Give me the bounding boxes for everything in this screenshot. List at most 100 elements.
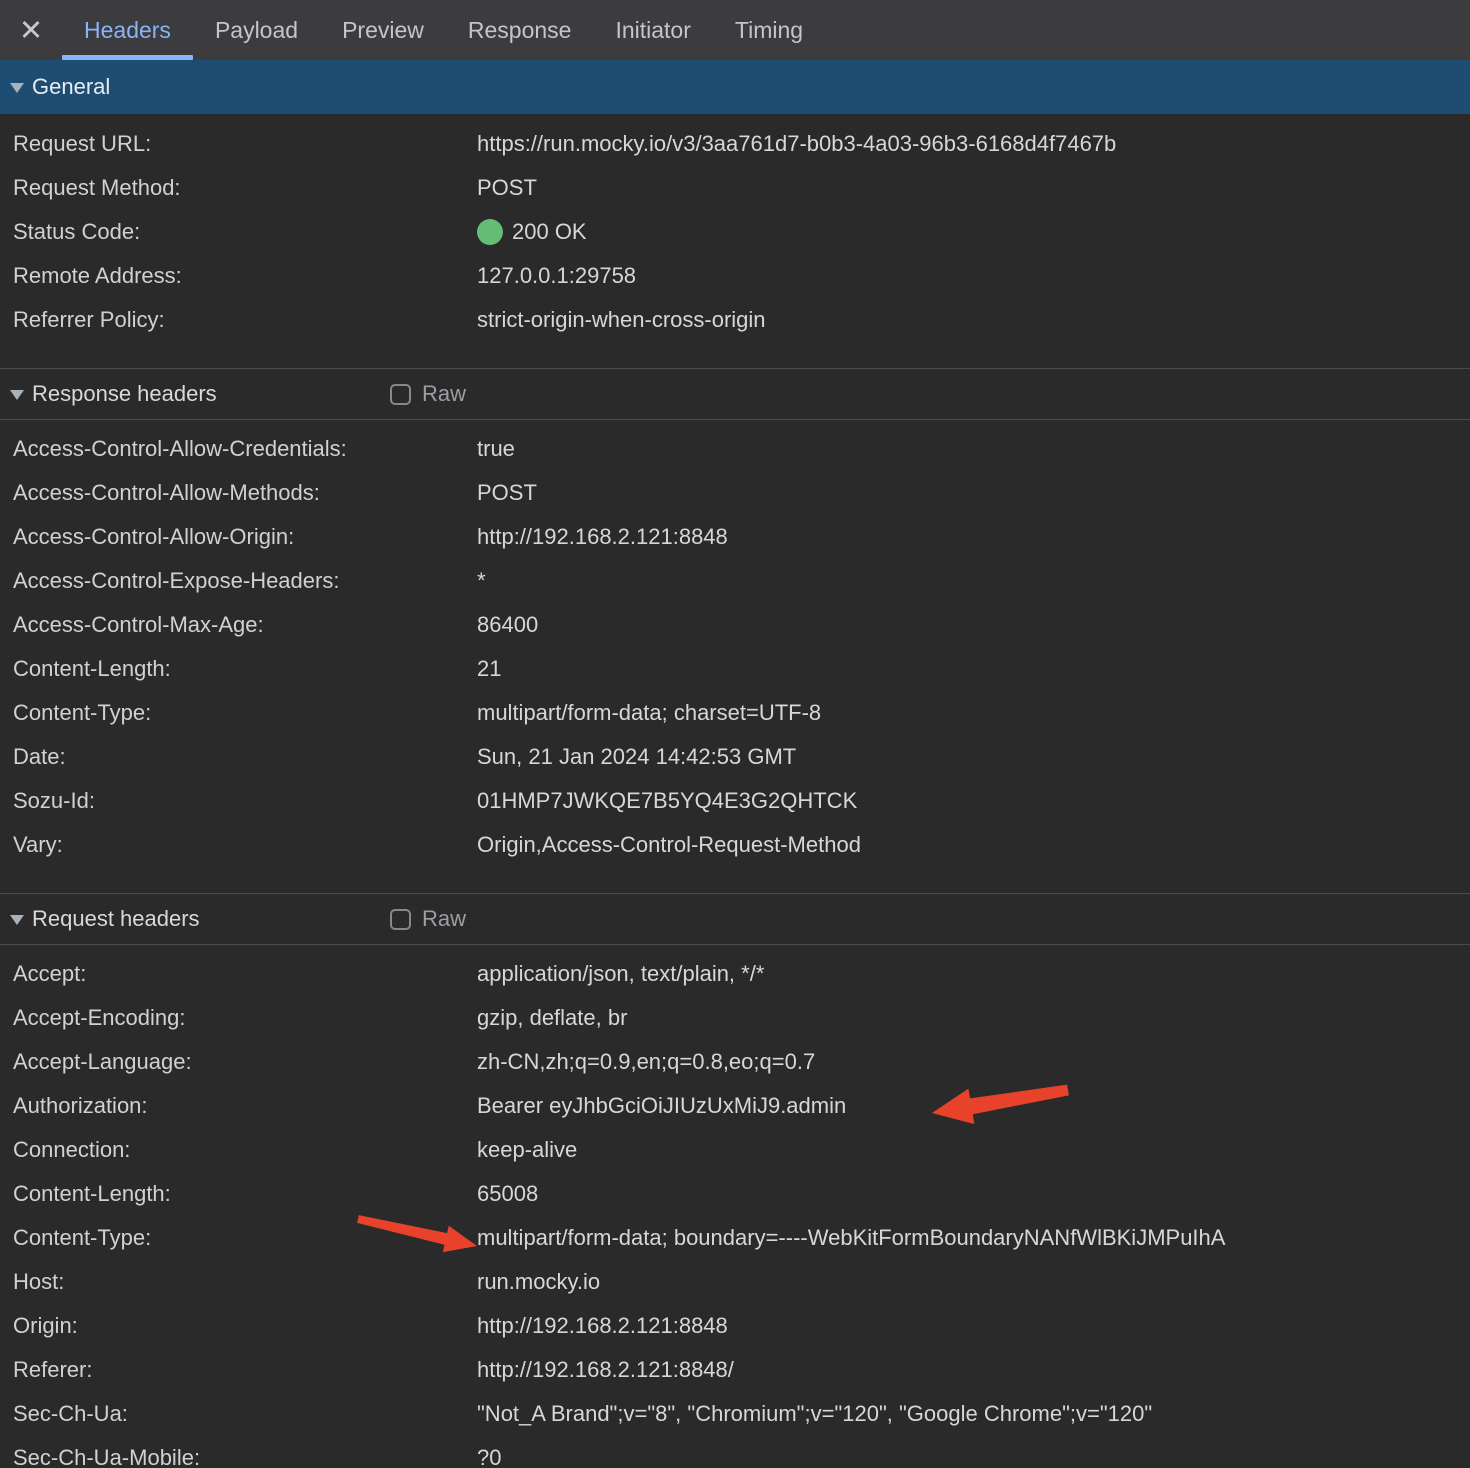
tab-strip: Headers Payload Preview Response Initiator Ti… (62, 0, 825, 60)
header-row: Origin:http://192.168.2.121:8848 (0, 1304, 1470, 1348)
tab-preview[interactable]: Preview (320, 0, 446, 60)
header-value-text: strict-origin-when-cross-origin (477, 307, 766, 333)
header-value: keep-alive (477, 1128, 1470, 1172)
header-row: Accept: application/json, text/plain, */* (0, 952, 1470, 996)
header-value-text: * (477, 568, 486, 594)
collapse-triangle-icon[interactable] (10, 915, 24, 925)
rows: Access-Control-Allow-Credentials:trueAcc… (0, 420, 1470, 867)
rows: Accept: application/json, text/plain, */*… (0, 945, 1470, 1468)
header-value: http://192.168.2.121:8848/ (477, 1348, 1470, 1392)
section-request-headers: Request headers Raw Accept: application/j… (0, 893, 1470, 1468)
header-row: Status Code: 200 OK (0, 210, 1470, 254)
header-value-text: run.mocky.io (477, 1269, 600, 1295)
tab-response[interactable]: Response (446, 0, 594, 60)
header-value-text: ?0 (477, 1445, 501, 1468)
header-name: Content-Length: (13, 1172, 171, 1216)
tab-timing[interactable]: Timing (713, 0, 825, 60)
tab-label: Initiator (615, 17, 690, 44)
tab-payload[interactable]: Payload (193, 0, 320, 60)
header-name: Request Method: (13, 166, 181, 210)
header-value-text: keep-alive (477, 1137, 577, 1163)
header-value: multipart/form-data; boundary=----WebKit… (477, 1216, 1470, 1260)
header-name: Request URL: (13, 122, 151, 166)
header-row: Content-Type:multipart/form-data; charse… (0, 691, 1470, 735)
header-row: Access-Control-Allow-Methods:POST (0, 471, 1470, 515)
header-row: Access-Control-Allow-Credentials: true (0, 427, 1470, 471)
header-row: Host: run.mocky.io (0, 1260, 1470, 1304)
tab-label: Headers (84, 17, 171, 44)
header-name: Connection: (13, 1128, 130, 1172)
header-name: Accept-Language: (13, 1040, 192, 1084)
tab-label: Preview (342, 17, 424, 44)
header-value-text: multipart/form-data; charset=UTF-8 (477, 700, 821, 726)
header-value-text: POST (477, 480, 537, 506)
header-value: 127.0.0.1:29758 (477, 254, 1470, 298)
section-header-request-headers[interactable]: Request headers Raw (0, 893, 1470, 945)
header-value: * (477, 559, 1470, 603)
header-row: Referrer Policy:strict-origin-when-cross… (0, 298, 1470, 342)
header-value: multipart/form-data; charset=UTF-8 (477, 691, 1470, 735)
header-value-text: 01HMP7JWKQE7B5YQ4E3G2QHTCK (477, 788, 857, 814)
header-value: https://run.mocky.io/v3/3aa761d7-b0b3-4a… (477, 122, 1470, 166)
header-value-text: "Not_A Brand";v="8", "Chromium";v="120",… (477, 1401, 1152, 1427)
section-header-general[interactable]: General (0, 60, 1470, 114)
tab-initiator[interactable]: Initiator (593, 0, 712, 60)
header-value-text: 65008 (477, 1181, 538, 1207)
collapse-triangle-icon[interactable] (10, 390, 24, 400)
section-header-response-headers[interactable]: Response headers Raw (0, 368, 1470, 420)
header-value-text: application/json, text/plain, */* (477, 961, 764, 987)
header-value: Bearer eyJhbGciOiJIUzUxMiJ9.admin (477, 1084, 1470, 1128)
collapse-triangle-icon[interactable] (10, 83, 24, 93)
header-value: "Not_A Brand";v="8", "Chromium";v="120",… (477, 1392, 1470, 1436)
raw-checkbox[interactable] (390, 909, 411, 930)
header-name: Authorization: (13, 1084, 148, 1128)
header-value: http://192.168.2.121:8848 (477, 515, 1470, 559)
header-name: Sec-Ch-Ua-Mobile: (13, 1436, 200, 1468)
tab-headers[interactable]: Headers (62, 0, 193, 60)
header-value-text: http://192.168.2.121:8848 (477, 524, 728, 550)
header-value: strict-origin-when-cross-origin (477, 298, 1470, 342)
header-value: Origin,Access-Control-Request-Method (477, 823, 1470, 867)
header-value-text: https://run.mocky.io/v3/3aa761d7-b0b3-4a… (477, 131, 1116, 157)
header-name: Host: (13, 1260, 64, 1304)
header-name: Status Code: (13, 210, 140, 254)
tab-label: Payload (215, 17, 298, 44)
header-value-text: 86400 (477, 612, 538, 638)
header-name: Access-Control-Max-Age: (13, 603, 264, 647)
raw-label: Raw (422, 381, 466, 407)
header-name: Origin: (13, 1304, 78, 1348)
header-value: zh-CN,zh;q=0.9,en;q=0.8,eo;q=0.7 (477, 1040, 1470, 1084)
header-name: Vary: (13, 823, 63, 867)
header-row: Sozu-Id:01HMP7JWKQE7B5YQ4E3G2QHTCK (0, 779, 1470, 823)
header-value: 65008 (477, 1172, 1470, 1216)
header-value-text: 127.0.0.1:29758 (477, 263, 636, 289)
raw-checkbox[interactable] (390, 384, 411, 405)
network-detail-tab-bar: ✕ Headers Payload Preview Response Initiator… (0, 0, 1470, 60)
header-value: true (477, 427, 1470, 471)
header-name: Accept: (13, 952, 86, 996)
close-button[interactable]: ✕ (0, 0, 62, 60)
header-row: Content-Type: multipart/form-data; bounda… (0, 1216, 1470, 1260)
raw-label: Raw (422, 906, 466, 932)
header-name: Content-Length: (13, 647, 171, 691)
header-value-text: multipart/form-data; boundary=----WebKit… (477, 1225, 1225, 1251)
header-value: 200 OK (477, 210, 1470, 254)
header-name: Access-Control-Expose-Headers: (13, 559, 339, 603)
close-icon: ✕ (19, 13, 43, 48)
header-name: Access-Control-Allow-Credentials: (13, 427, 347, 471)
header-name: Content-Type: (13, 1216, 151, 1260)
header-row: Accept-Language: zh-CN,zh;q=0.9,en;q=0.8,… (0, 1040, 1470, 1084)
header-name: Accept-Encoding: (13, 996, 185, 1040)
header-value-text: 200 OK (512, 219, 587, 245)
tab-label: Timing (735, 17, 803, 44)
header-name: Access-Control-Allow-Origin: (13, 515, 294, 559)
header-value-text: Origin,Access-Control-Request-Method (477, 832, 861, 858)
header-value: gzip, deflate, br (477, 996, 1470, 1040)
section-title: General (32, 74, 110, 100)
header-row: Connection: keep-alive (0, 1128, 1470, 1172)
header-value-text: Sun, 21 Jan 2024 14:42:53 GMT (477, 744, 796, 770)
header-value-text: POST (477, 175, 537, 201)
header-row: Referer: http://192.168.2.121:8848/ (0, 1348, 1470, 1392)
header-name: Referer: (13, 1348, 92, 1392)
header-value-text: 21 (477, 656, 501, 682)
